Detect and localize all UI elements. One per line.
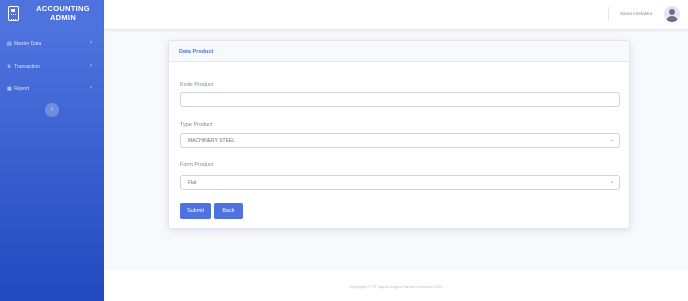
footer: Copyright © PT Inaplo Kagos Hanon Indone… [104,271,688,301]
back-button[interactable]: Back [214,203,243,219]
user-avatar-icon[interactable] [664,6,680,22]
kode-product-label: Kode Product [180,82,214,88]
card-title: Data Product [179,49,214,55]
transfer-icon: ⇅ [7,64,12,70]
topbar: Sama Artefaktur [104,0,688,29]
calculator-icon [8,6,19,21]
chevron-right-icon: › [90,63,92,69]
avatar-head [669,9,675,15]
chevron-right-icon: › [90,40,92,46]
sidebar: ACCOUNTING ADMIN ▤ Master Data › ⇅ Trans… [0,0,104,301]
sidebar-brand[interactable]: ACCOUNTING ADMIN [0,0,104,28]
card-header: Data Product [169,41,629,62]
chevron-left-icon: ‹ [50,106,54,113]
form-product-value: Flat [188,180,197,186]
avatar-body [666,16,678,22]
topbar-divider [608,7,609,21]
chevron-down-icon: ⌄ [609,179,614,185]
sidebar-item-report[interactable]: ▦ Report › [0,83,104,95]
type-product-value: MACHINERY STEEL [188,138,236,144]
table-icon: ▦ [7,86,12,92]
chevron-right-icon: › [90,85,92,91]
sidebar-item-transaction[interactable]: ⇅ Transaction › [0,61,104,73]
chevron-down-icon: ⌄ [609,137,614,143]
form-product-label: Form Product [180,162,214,168]
submit-button[interactable]: Submit [180,203,211,219]
database-icon: ▤ [7,41,12,47]
sidebar-item-label: Master Data [14,41,42,47]
data-product-card: Data Product Kode Product Type Product M… [168,40,630,229]
user-name[interactable]: Sama Artefaktur [620,11,652,16]
footer-copyright: Copyright © PT Inaplo Kagos Hanon Indone… [349,284,443,289]
form-product-select[interactable]: Flat ⌄ [180,175,620,190]
brand-text: ACCOUNTING ADMIN [36,4,90,22]
sidebar-item-label: Transaction [14,64,40,70]
type-product-label: Type Product [180,122,213,128]
type-product-select[interactable]: MACHINERY STEEL ⌄ [180,133,620,148]
kode-product-input[interactable] [180,92,620,107]
sidebar-item-master-data[interactable]: ▤ Master Data › [0,38,104,50]
sidebar-item-label: Report [14,86,30,92]
sidebar-toggle-button[interactable]: ‹ [45,103,59,117]
